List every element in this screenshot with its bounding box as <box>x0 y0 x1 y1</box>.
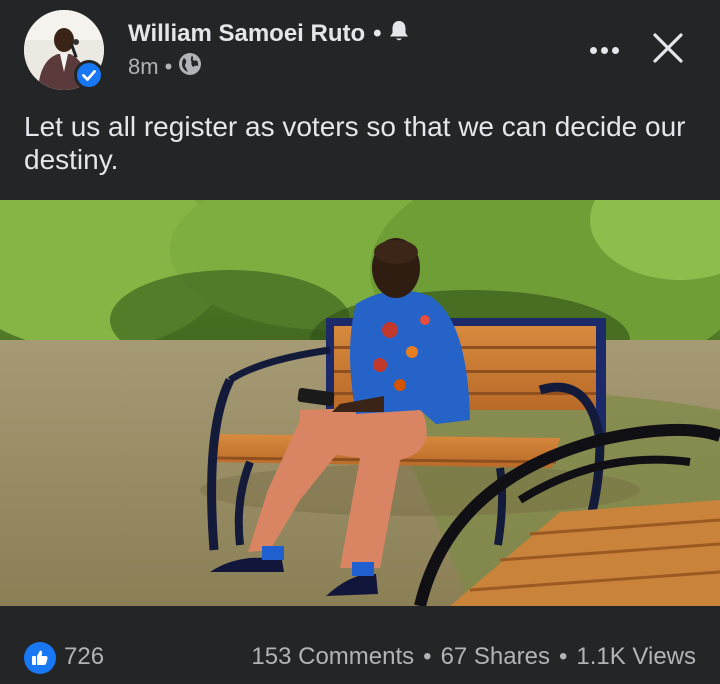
verified-badge-icon <box>74 60 104 90</box>
post-viewer: William Samoei Ruto • 8m • Let us all re… <box>0 0 720 684</box>
author-row: William Samoei Ruto • <box>128 18 410 50</box>
like-count[interactable]: 726 <box>64 640 104 674</box>
post-footer: 726 153 Comments • 67 Shares • 1.1K View… <box>0 606 720 684</box>
meta-separator: • <box>164 54 173 79</box>
post-header: William Samoei Ruto • 8m • <box>0 0 720 100</box>
stats-separator: • <box>558 643 568 670</box>
views-count: 1.1K Views <box>576 643 696 670</box>
video-frame-image <box>0 200 720 606</box>
more-options-icon[interactable] <box>582 34 626 66</box>
post-video[interactable] <box>0 200 720 606</box>
post-time[interactable]: 8m <box>128 54 159 80</box>
author-name[interactable]: William Samoei Ruto <box>128 20 365 48</box>
globe-icon <box>178 52 202 82</box>
name-separator: • <box>373 20 382 47</box>
more-dot <box>589 46 597 54</box>
shares-count[interactable]: 67 Shares <box>441 640 550 674</box>
more-dot <box>600 46 608 54</box>
post-caption: Let us all register as voters so that we… <box>24 111 686 175</box>
stats-separator: • <box>423 643 432 670</box>
close-icon[interactable] <box>648 28 688 68</box>
engagement-stats: 153 Comments • 67 Shares • 1.1K Views <box>251 640 696 674</box>
more-dot <box>611 46 619 54</box>
comments-count[interactable]: 153 Comments <box>251 640 414 674</box>
bell-icon[interactable] <box>388 19 410 50</box>
post-meta: 8m • <box>128 52 202 82</box>
thumbs-up-icon[interactable] <box>24 642 56 674</box>
